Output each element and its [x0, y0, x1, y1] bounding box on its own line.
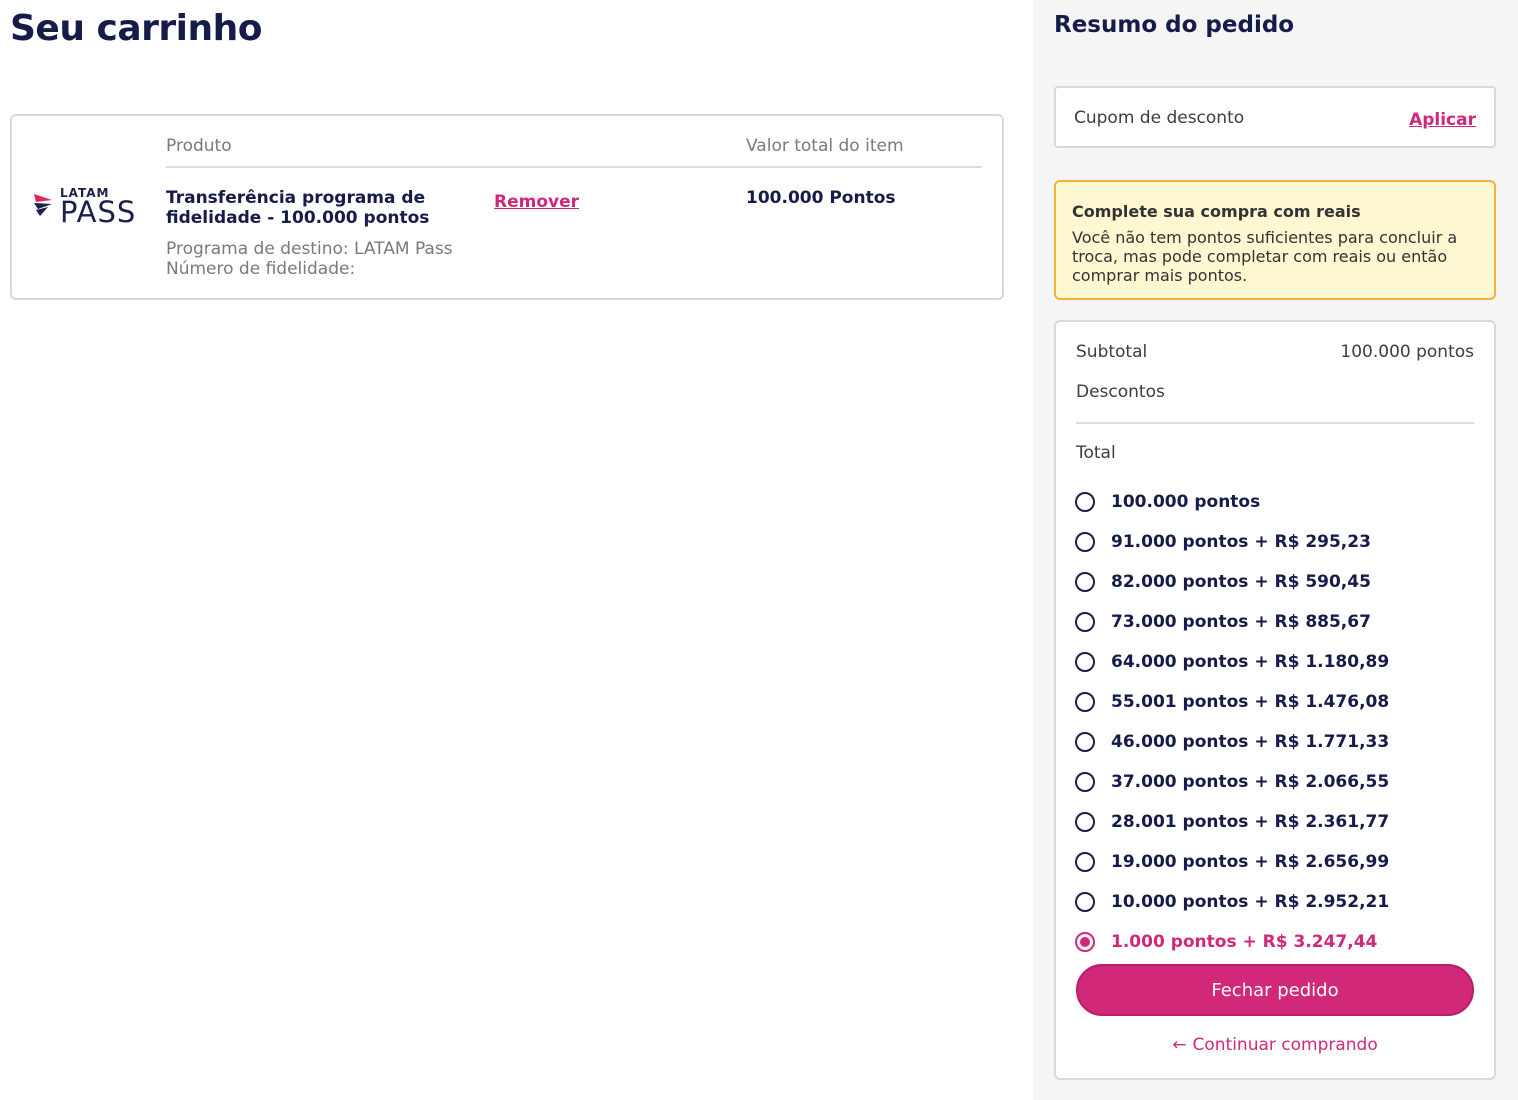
insufficient-points-alert: Complete sua compra com reais Você não t… [1054, 180, 1496, 300]
discounts-label: Descontos [1076, 382, 1165, 402]
radio-icon[interactable] [1075, 772, 1095, 792]
payment-option[interactable]: 28.001 pontos + R$ 2.361,77 [1075, 802, 1475, 842]
radio-icon[interactable] [1075, 892, 1095, 912]
payment-option[interactable]: 82.000 pontos + R$ 590,45 [1075, 562, 1475, 602]
radio-icon[interactable] [1075, 812, 1095, 832]
payment-option-label: 37.000 pontos + R$ 2.066,55 [1111, 772, 1390, 792]
payment-option-label: 82.000 pontos + R$ 590,45 [1111, 572, 1371, 592]
payment-option[interactable]: 10.000 pontos + R$ 2.952,21 [1075, 882, 1475, 922]
continue-shopping-link[interactable]: ← Continuar comprando [1056, 1035, 1494, 1055]
radio-icon[interactable] [1075, 852, 1095, 872]
payment-option[interactable]: 19.000 pontos + R$ 2.656,99 [1075, 842, 1475, 882]
radio-icon[interactable] [1075, 572, 1095, 592]
payment-option-label: 19.000 pontos + R$ 2.656,99 [1111, 852, 1390, 872]
item-total-value: 100.000 Pontos [746, 188, 896, 208]
cart-item-card: Produto Valor total do item LATAM PASS T… [10, 114, 1004, 300]
close-order-button[interactable]: Fechar pedido [1076, 964, 1474, 1016]
apply-coupon-link[interactable]: Aplicar [1409, 110, 1476, 130]
remove-item-link[interactable]: Remover [494, 192, 579, 212]
alert-title: Complete sua compra com reais [1072, 202, 1361, 221]
payment-option[interactable]: 37.000 pontos + R$ 2.066,55 [1075, 762, 1475, 802]
subtotal-value: 100.000 pontos [1340, 342, 1474, 362]
payment-option[interactable]: 73.000 pontos + R$ 885,67 [1075, 602, 1475, 642]
coupon-field[interactable]: Cupom de desconto Aplicar [1054, 86, 1496, 148]
radio-icon[interactable] [1075, 692, 1095, 712]
payment-option-label: 73.000 pontos + R$ 885,67 [1111, 612, 1371, 632]
coupon-label: Cupom de desconto [1074, 108, 1245, 128]
alert-text: Você não tem pontos suficientes para con… [1072, 228, 1458, 285]
total-label: Total [1076, 443, 1116, 463]
payment-option[interactable]: 1.000 pontos + R$ 3.247,44 [1075, 922, 1475, 962]
payment-option-label: 100.000 pontos [1111, 492, 1261, 512]
cart-panel: Seu carrinho Produto Valor total do item… [0, 0, 1033, 1100]
payment-option-label: 46.000 pontos + R$ 1.771,33 [1111, 732, 1390, 752]
page-title: Seu carrinho [10, 8, 262, 49]
totals-card: Subtotal 100.000 pontos Descontos Total … [1054, 320, 1496, 1080]
logo-pass-text: PASS [60, 195, 137, 229]
radio-icon[interactable] [1075, 492, 1095, 512]
payment-option-label: 55.001 pontos + R$ 1.476,08 [1111, 692, 1390, 712]
radio-icon[interactable] [1075, 532, 1095, 552]
payment-option[interactable]: 55.001 pontos + R$ 1.476,08 [1075, 682, 1475, 722]
product-column-header: Produto [166, 136, 232, 156]
radio-icon[interactable] [1075, 932, 1095, 952]
continue-shopping-label: Continuar comprando [1192, 1035, 1378, 1055]
latam-mark-icon [34, 194, 52, 216]
subtotal-label: Subtotal [1076, 342, 1148, 362]
radio-icon[interactable] [1075, 652, 1095, 672]
value-column-header: Valor total do item [746, 136, 904, 156]
payment-option-label: 91.000 pontos + R$ 295,23 [1111, 532, 1371, 552]
product-name: Transferência programa de fidelidade - 1… [166, 188, 430, 228]
payment-option[interactable]: 64.000 pontos + R$ 1.180,89 [1075, 642, 1475, 682]
header-divider [166, 166, 982, 168]
payment-option[interactable]: 46.000 pontos + R$ 1.771,33 [1075, 722, 1475, 762]
radio-icon[interactable] [1075, 612, 1095, 632]
product-loyalty-number: Número de fidelidade: [166, 259, 356, 279]
latam-pass-logo: LATAM PASS [32, 186, 150, 230]
product-destination: Programa de destino: LATAM Pass [166, 239, 453, 259]
payment-option[interactable]: 91.000 pontos + R$ 295,23 [1075, 522, 1475, 562]
payment-option-label: 64.000 pontos + R$ 1.180,89 [1111, 652, 1390, 672]
payment-option-label: 1.000 pontos + R$ 3.247,44 [1111, 932, 1378, 952]
summary-title: Resumo do pedido [1054, 12, 1295, 38]
radio-icon[interactable] [1075, 732, 1095, 752]
payment-option-label: 10.000 pontos + R$ 2.952,21 [1111, 892, 1390, 912]
totals-divider [1076, 422, 1474, 424]
payment-option[interactable]: 100.000 pontos [1075, 482, 1475, 522]
payment-option-label: 28.001 pontos + R$ 2.361,77 [1111, 812, 1390, 832]
arrow-left-icon: ← [1172, 1035, 1187, 1055]
order-summary-panel: Resumo do pedido Cupom de desconto Aplic… [1033, 0, 1518, 1100]
payment-options: 100.000 pontos 91.000 pontos + R$ 295,23… [1075, 482, 1475, 962]
